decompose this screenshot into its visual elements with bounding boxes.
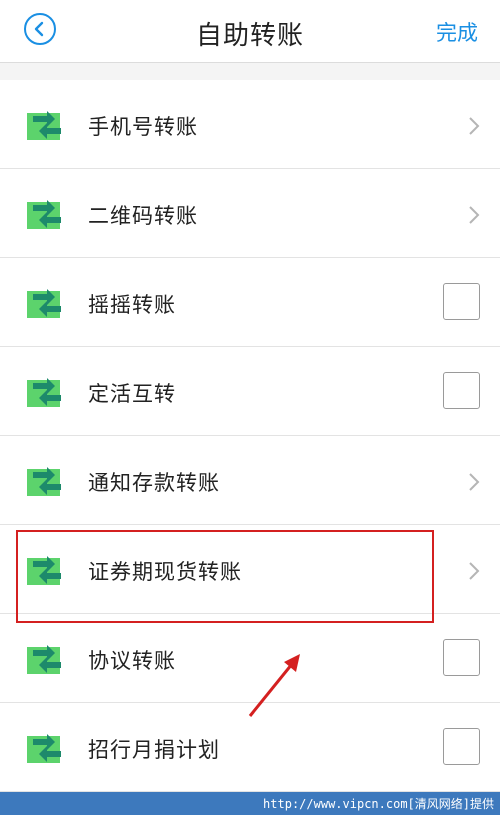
item-checkbox[interactable] <box>443 372 480 409</box>
chevron-right-icon <box>469 206 480 224</box>
watermark-text: http://www.vipcn.com[清风网络]提供 <box>263 797 494 811</box>
list-item[interactable]: 手机号转账 <box>0 80 500 169</box>
item-label: 手机号转账 <box>88 115 198 139</box>
list-item[interactable]: 通知存款转账 <box>0 436 500 525</box>
item-checkbox[interactable] <box>443 639 480 676</box>
transfer-icon <box>27 467 61 496</box>
item-label: 二维码转账 <box>88 204 198 228</box>
list-item[interactable]: 定活互转 <box>0 347 500 436</box>
chevron-right-icon <box>469 562 480 580</box>
watermark-bar: http://www.vipcn.com[清风网络]提供 <box>0 792 500 815</box>
item-label: 协议转账 <box>88 649 176 673</box>
transfer-icon <box>27 200 61 229</box>
item-label: 招行月捐计划 <box>88 738 220 762</box>
transfer-icon <box>27 734 61 763</box>
annotation-arrow-icon <box>248 654 300 717</box>
page-title: 自助转账 <box>195 21 304 51</box>
transfer-icon <box>27 645 61 674</box>
section-gap <box>0 63 500 81</box>
item-checkbox[interactable] <box>443 728 480 765</box>
list-item[interactable]: 摇摇转账 <box>0 258 500 347</box>
item-label: 通知存款转账 <box>88 471 220 495</box>
transfer-icon <box>27 556 61 585</box>
nav-header: 自助转账 完成 <box>0 0 500 63</box>
chevron-right-icon <box>469 473 480 491</box>
done-button[interactable]: 完成 <box>436 17 478 47</box>
chevron-right-icon <box>469 117 480 135</box>
list-item[interactable]: 证券期现货转账 <box>0 525 500 614</box>
item-label: 摇摇转账 <box>88 293 176 317</box>
item-label: 定活互转 <box>88 382 176 406</box>
transfer-icon <box>27 378 61 407</box>
item-checkbox[interactable] <box>443 283 480 320</box>
transfer-icon <box>27 111 61 140</box>
transfer-icon <box>27 289 61 318</box>
item-label: 证券期现货转账 <box>88 560 242 584</box>
list-item[interactable]: 二维码转账 <box>0 169 500 258</box>
